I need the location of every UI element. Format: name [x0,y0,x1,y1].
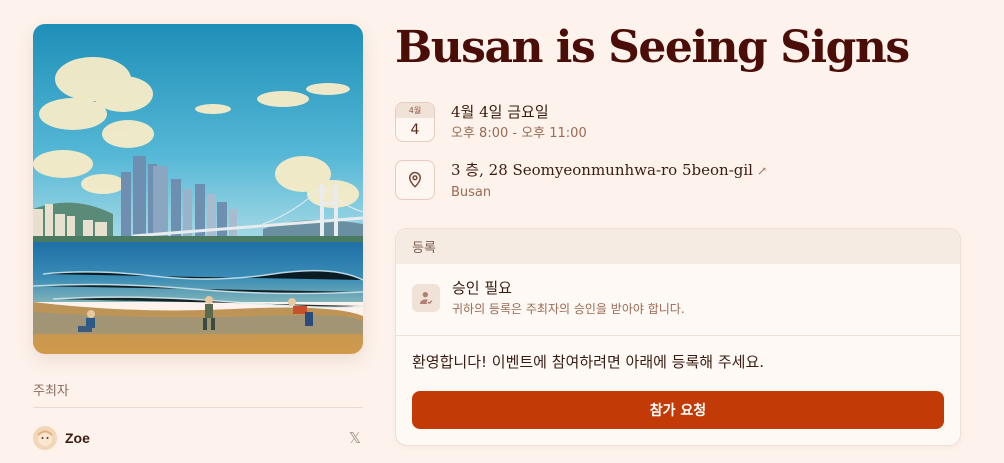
welcome-message: 환영합니다! 이벤트에 참여하려면 아래에 등록해 주세요. [412,353,765,371]
calendar-month: 4월 [396,103,434,118]
user-check-icon [412,284,440,312]
registration-header: 등록 [396,229,960,264]
approval-notice: 승인 필요 귀하의 등록은 주최자의 승인을 받아야 합니다. [396,264,960,335]
host-name[interactable]: Zoe [65,430,90,446]
event-time: 오후 8:00 - 오후 11:00 [451,126,587,141]
event-date: 4월 4일 금요일 [451,103,549,121]
host-row[interactable]: Zoe 𝕏 [33,425,363,451]
approval-title: 승인 필요 [452,279,512,297]
date-row: 4월 4 4월 4일 금요일 오후 8:00 - 오후 11:00 [395,102,587,143]
page-title: Busan is Seeing Signs [395,22,910,73]
map-pin-icon [395,160,435,200]
avatar [33,426,57,450]
external-arrow-icon: ↗ [756,164,768,178]
address-text[interactable]: 3 층, 28 Seomyeonmunhwa-ro 5beon-gil [451,161,753,179]
x-icon[interactable]: 𝕏 [349,429,361,447]
hosts-label: 주최자 [33,384,69,399]
event-cover-image [33,24,363,354]
event-city: Busan [451,185,492,200]
request-to-join-button[interactable]: 참가 요청 [412,391,944,429]
approval-description: 귀하의 등록은 주최자의 승인을 받아야 합니다. [452,302,685,316]
location-row[interactable]: 3 층, 28 Seomyeonmunhwa-ro 5beon-gil ↗ Bus… [395,160,767,202]
hosts-divider [33,407,363,408]
registration-card: 등록 승인 필요 귀하의 등록은 주최자의 승인을 받아야 합니다. 환영합니다… [395,228,961,446]
calendar-day: 4 [410,122,420,138]
calendar-icon: 4월 4 [395,102,435,142]
event-address[interactable]: 3 층, 28 Seomyeonmunhwa-ro 5beon-gil ↗ [451,160,767,181]
